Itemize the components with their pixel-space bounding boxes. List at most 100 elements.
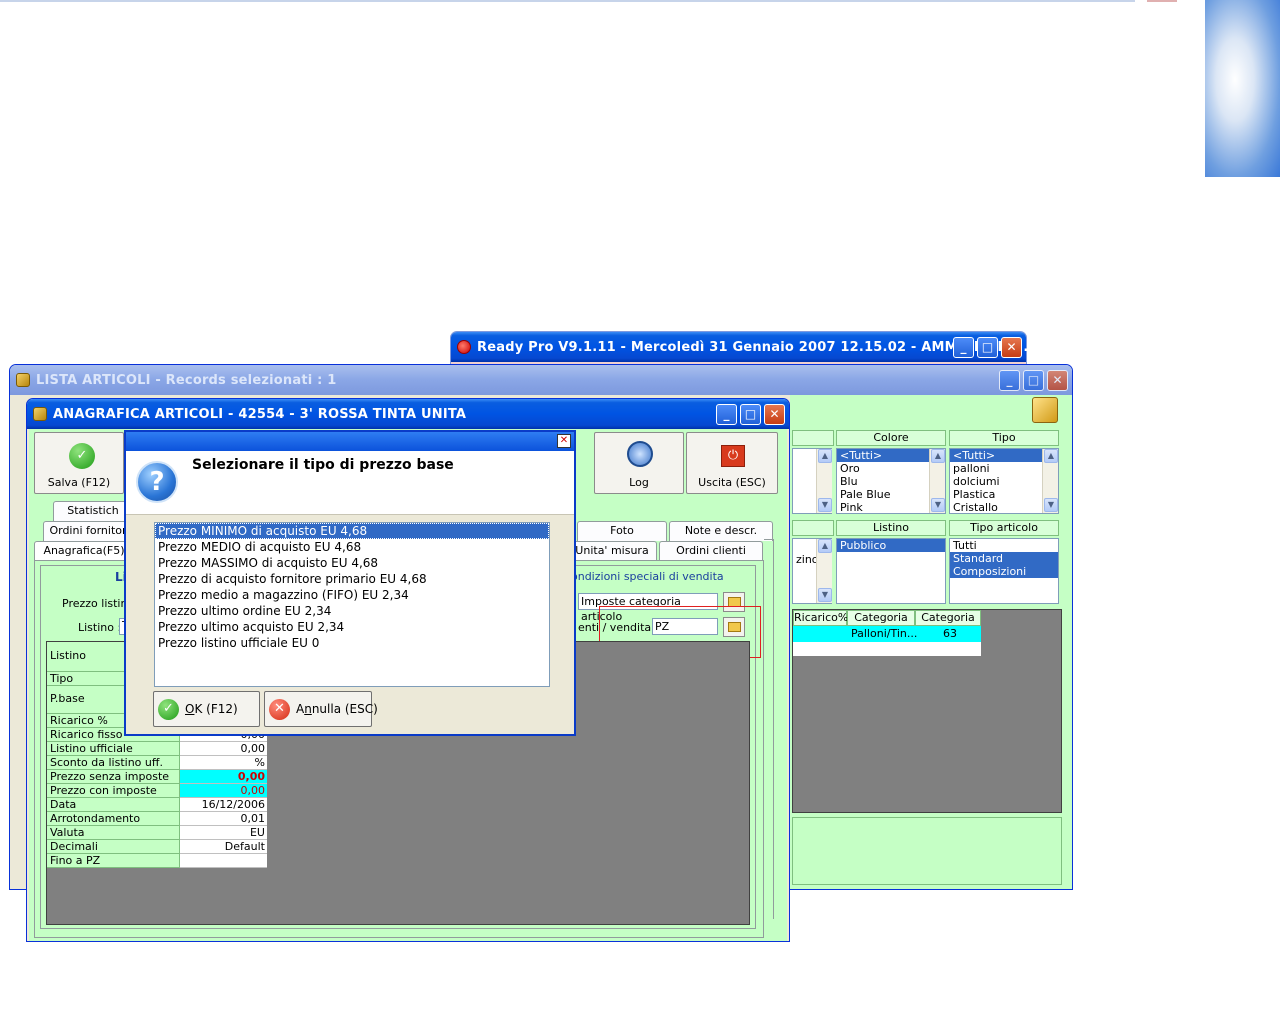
save-button[interactable]: ✓ Salva (F12) — [34, 432, 124, 494]
list-item[interactable]: Prezzo MINIMO di acquisto EU 4,68 — [155, 523, 549, 539]
close-button[interactable]: ✕ — [1047, 370, 1068, 391]
list-item[interactable]: Standard — [950, 552, 1058, 565]
table-cell: 63 — [943, 627, 957, 640]
tab-page-frame-2 — [764, 539, 774, 919]
listino-list[interactable]: Pubblico — [836, 538, 946, 604]
grid-label: Listino ufficiale — [47, 742, 180, 756]
ok-label: OK (F12) — [185, 702, 238, 716]
scrollbar[interactable]: ▲ ▼ — [1042, 449, 1058, 513]
cancel-button[interactable]: ✕ Annulla (ESC) — [264, 691, 378, 727]
price-type-list[interactable]: Prezzo MINIMO di acquisto EU 4,68 Prezzo… — [154, 522, 550, 687]
grid-value[interactable]: 0,01 — [180, 812, 267, 826]
list-item[interactable]: Prezzo medio a magazzino (FIFO) EU 2,34 — [155, 587, 549, 603]
magnifier-icon — [627, 441, 653, 467]
table-row[interactable]: Palloni/Tin... 63 — [793, 626, 981, 642]
column-header[interactable]: Categoria — [915, 610, 981, 626]
list-item[interactable]: Prezzo MEDIO di acquisto EU 4,68 — [155, 539, 549, 555]
grid-label: Prezzo senza imposte — [47, 770, 180, 784]
maximize-button[interactable]: □ — [740, 404, 761, 425]
tipo-header[interactable]: Tipo — [949, 430, 1059, 446]
close-button[interactable]: ✕ — [764, 404, 785, 425]
tab-note[interactable]: Note e descr. — [669, 521, 773, 541]
list-item[interactable]: Prezzo MASSIMO di acquisto EU 4,68 — [155, 555, 549, 571]
package-icon — [1032, 397, 1058, 423]
close-icon[interactable]: ✕ — [557, 434, 571, 448]
list-item[interactable]: Prezzo di acquisto fornitore primario EU… — [155, 571, 549, 587]
cancel-label: Annulla (ESC) — [296, 702, 378, 716]
tab-foto[interactable]: Foto — [577, 521, 667, 541]
condizioni-tab-label[interactable]: ondizioni speciali di vendita — [571, 570, 724, 583]
grid-value[interactable]: 0,00 — [180, 784, 267, 798]
column-header[interactable]: Categoria — [847, 610, 915, 626]
cancel-x-icon: ✕ — [269, 699, 290, 720]
grid-label: Sconto da listino uff. — [47, 756, 180, 770]
package-app-icon — [16, 373, 30, 387]
ok-button[interactable]: ✓ OK (F12) — [153, 691, 260, 727]
table-row-empty[interactable] — [793, 642, 981, 656]
save-label: Salva (F12) — [47, 476, 111, 489]
list-item[interactable]: Prezzo ultimo ordine EU 2,34 — [155, 603, 549, 619]
lista-title: LISTA ARTICOLI - Records selezionati : 1 — [36, 373, 337, 388]
minimize-button[interactable]: _ — [999, 370, 1020, 391]
minimize-button[interactable]: _ — [953, 337, 974, 358]
grid-label: Decimali — [47, 840, 180, 854]
grid-value[interactable]: % — [180, 756, 267, 770]
power-icon: ⏻ — [721, 445, 745, 467]
tipo-articolo-header[interactable]: Tipo articolo — [949, 520, 1059, 536]
anagrafica-title: ANAGRAFICA ARTICOLI - 42554 - 3' ROSSA T… — [53, 407, 467, 422]
results-grid[interactable]: Ricarico% Categoria Categoria Palloni/Ti… — [792, 609, 1062, 813]
dialog-heading: Selezionare il tipo di prezzo base — [192, 457, 454, 473]
column-header[interactable]: Ricarico% — [793, 610, 848, 626]
strawberry-app-icon — [457, 340, 471, 354]
filter-header-left — [792, 430, 834, 446]
tab-ordini-fornitori[interactable]: Ordini fornitor — [43, 521, 133, 541]
scrollbar[interactable]: ▲ ▼ — [816, 539, 832, 603]
desktop-wallpaper-clouds — [1205, 0, 1280, 177]
check-icon: ✓ — [158, 699, 179, 720]
grid-label: Valuta — [47, 826, 180, 840]
listino-header[interactable]: Listino — [836, 520, 946, 536]
log-button[interactable]: Log — [594, 432, 684, 494]
bottom-panel — [792, 817, 1062, 885]
minimize-button[interactable]: _ — [716, 404, 737, 425]
desktop-top-strip-accent — [1147, 0, 1177, 2]
maximize-button[interactable]: □ — [1023, 370, 1044, 391]
close-button[interactable]: ✕ — [1001, 337, 1022, 358]
tab-statistiche[interactable]: Statistich — [53, 501, 133, 521]
tab-unita-misura[interactable]: Unita' misura — [567, 541, 657, 561]
list-item[interactable]: Pubblico — [837, 539, 945, 552]
grid-value[interactable] — [180, 854, 267, 868]
grid-value[interactable]: 0,00 — [180, 742, 267, 756]
grid-value[interactable]: 0,00 — [180, 770, 267, 784]
grid-label: Prezzo con imposte 20% — [47, 784, 180, 810]
filter-header-left-2 — [792, 520, 834, 536]
grid-label: Fino a PZ — [47, 854, 180, 868]
grid-value[interactable]: EU — [180, 826, 267, 840]
package-app-icon — [33, 407, 47, 421]
list-item[interactable]: Tutti — [950, 539, 1058, 552]
tipo-articolo-list[interactable]: Tutti Standard Composizioni — [949, 538, 1059, 604]
dialog-titlebar[interactable]: ✕ — [126, 432, 574, 451]
exit-label: Uscita (ESC) — [698, 476, 766, 489]
listino-label: Listino : — [78, 621, 122, 634]
exit-button[interactable]: ⏻ Uscita (ESC) — [686, 432, 778, 494]
grid-value[interactable]: Default — [180, 840, 267, 854]
list-item[interactable]: Prezzo listino ufficiale EU 0 — [155, 635, 549, 651]
tab-ordini-clienti[interactable]: Ordini clienti — [659, 541, 763, 561]
grid-value[interactable]: 16/12/2006 — [180, 798, 267, 812]
scrollbar[interactable]: ▲ ▼ — [816, 449, 832, 513]
prezzo-base-dialog: ✕ ? Selezionare il tipo di prezzo base P… — [124, 430, 576, 736]
list-item[interactable]: Composizioni — [950, 565, 1058, 578]
desktop-top-strip — [0, 0, 1135, 2]
lista-body: ▲ ▼ Colore <Tutti> Oro Blu Pale Blue Pink… — [790, 395, 1072, 889]
maximize-button[interactable]: □ — [977, 337, 998, 358]
tab-anagrafica[interactable]: Anagrafica(F5) — [34, 541, 134, 561]
list-item[interactable]: Prezzo ultimo acquisto EU 2,34 — [155, 619, 549, 635]
scrollbar[interactable]: ▲ ▼ — [929, 449, 945, 513]
readypro-titlebar[interactable]: Ready Pro V9.1.11 - Mercoledì 31 Gennaio… — [451, 332, 1033, 362]
table-cell: Palloni/Tin... — [851, 627, 918, 640]
colore-header[interactable]: Colore — [836, 430, 946, 446]
dialog-header: ? Selezionare il tipo di prezzo base — [126, 451, 574, 515]
anagrafica-titlebar[interactable]: ANAGRAFICA ARTICOLI - 42554 - 3' ROSSA T… — [27, 399, 789, 429]
lista-titlebar[interactable]: LISTA ARTICOLI - Records selezionati : 1… — [10, 365, 1072, 395]
